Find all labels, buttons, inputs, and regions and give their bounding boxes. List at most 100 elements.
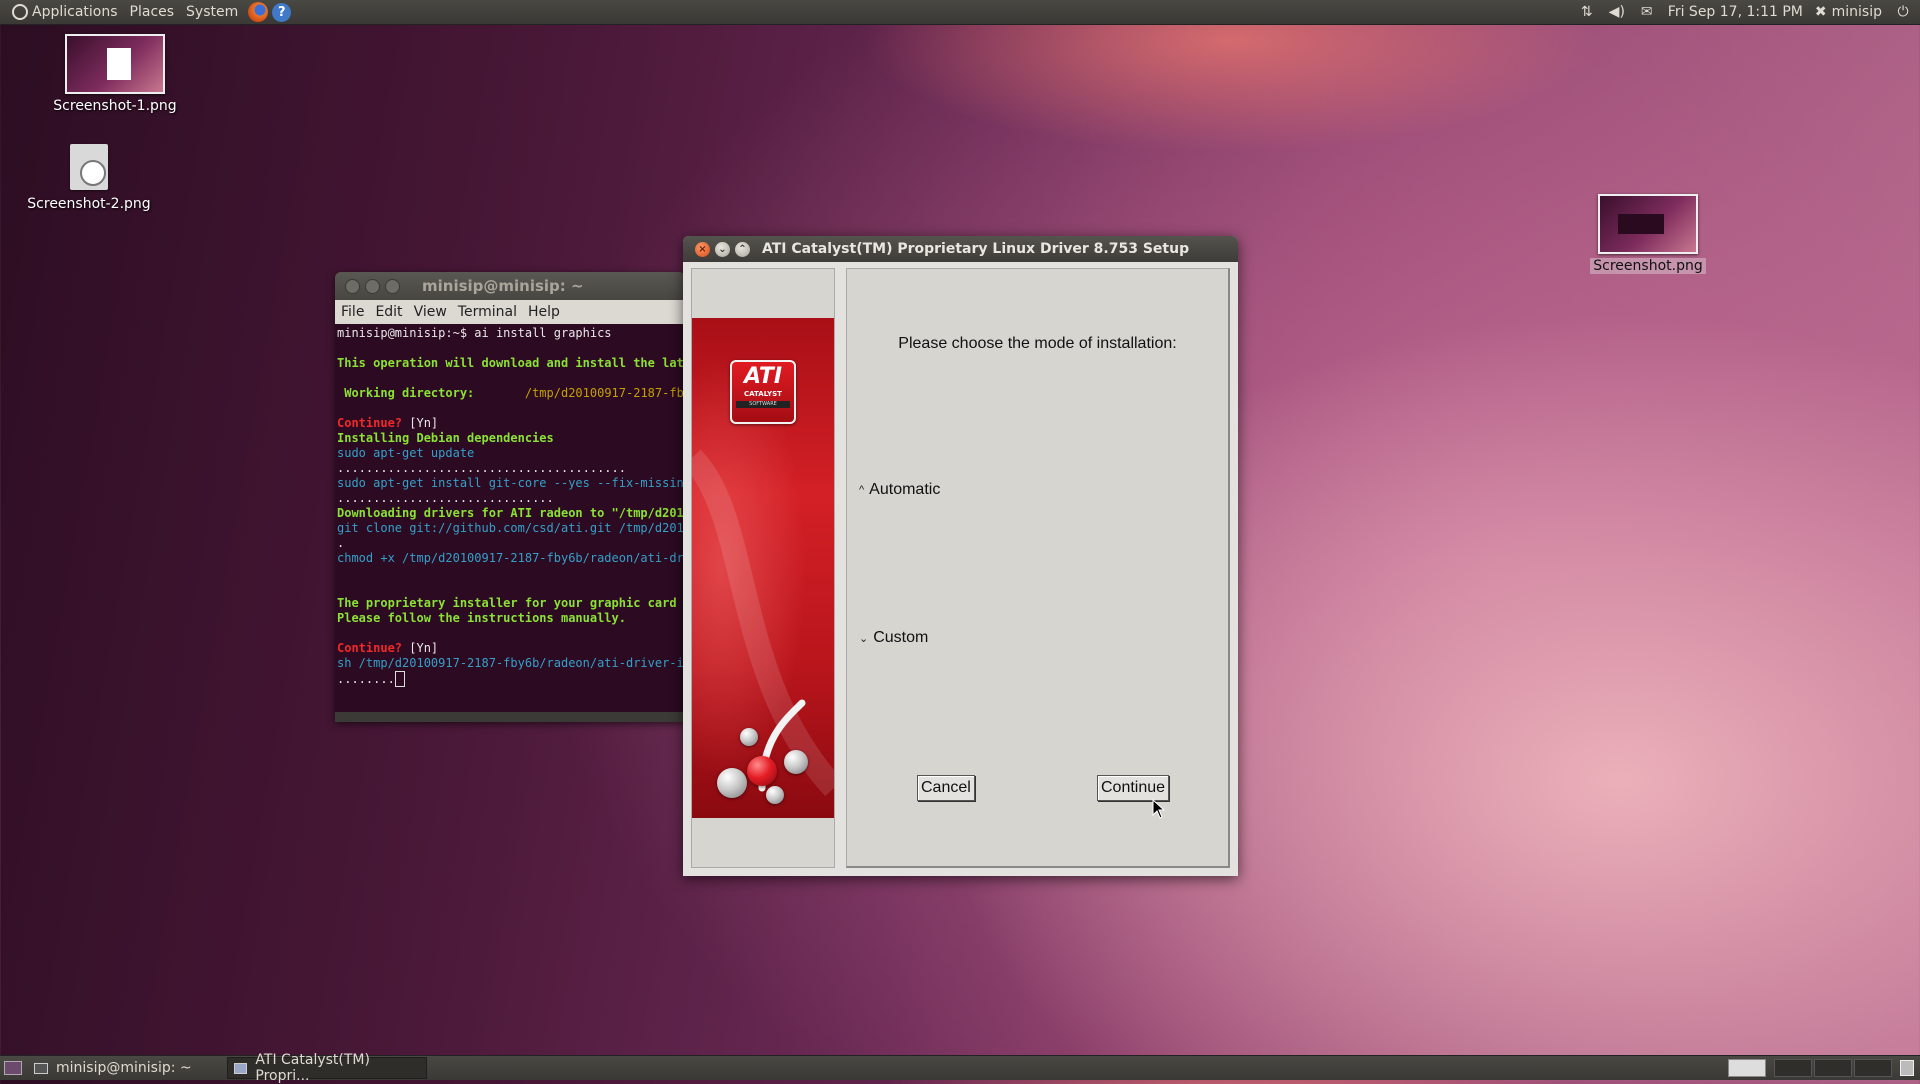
close-icon[interactable]: × xyxy=(695,241,710,257)
menu-view[interactable]: View xyxy=(408,304,452,320)
terminal-line: Working directory: /tmp/d20100917-2187-f… xyxy=(337,386,685,401)
progress-dots: ........ xyxy=(337,672,395,686)
help-icon[interactable]: ? xyxy=(272,2,292,22)
image-thumbnail-icon xyxy=(65,34,165,94)
terminal-line: Continue? [Yn] xyxy=(337,641,685,656)
terminal-line: git clone git://github.com/csd/ati.git /… xyxy=(337,521,685,535)
terminal-line: Please follow the instructions manually. xyxy=(337,611,626,625)
dialog-side-panel: ATI CATALYST SOFTWARE xyxy=(691,268,835,868)
sphere-icon xyxy=(717,768,747,798)
power-icon[interactable]: ⏻ xyxy=(1894,4,1912,20)
desktop-icon-label: Screenshot-1.png xyxy=(53,98,177,114)
terminal-output[interactable]: minisip@minisip:~$ ai install graphics T… xyxy=(335,324,685,712)
clock-file-icon xyxy=(70,144,108,190)
maximize-icon[interactable]: ⌃ xyxy=(735,241,750,257)
workspace-switcher[interactable] xyxy=(1774,1059,1812,1077)
dialog-titlebar[interactable]: × ⌄ ⌃ ATI Catalyst(TM) Proprietary Linux… xyxy=(683,236,1238,262)
chevron-down-icon: ⌄ xyxy=(859,632,869,645)
bottom-panel: minisip@minisip: ~ ATI Catalyst(TM) Prop… xyxy=(0,1052,1920,1084)
dialog-title: ATI Catalyst(TM) Proprietary Linux Drive… xyxy=(762,241,1190,257)
working-dir-value: /tmp/d20100917-2187-fby6 xyxy=(474,386,685,400)
user-menu[interactable]: ✖ minisip xyxy=(1809,0,1888,24)
menu-terminal[interactable]: Terminal xyxy=(452,304,522,320)
text-cursor xyxy=(394,671,405,687)
terminal-title: minisip@minisip: ~ xyxy=(422,277,584,295)
mail-icon[interactable]: ✉ xyxy=(1638,4,1656,20)
terminal-line: sudo apt-get install git-core --yes --fi… xyxy=(337,476,685,490)
workspace-switcher[interactable] xyxy=(1728,1059,1766,1077)
maximize-icon[interactable] xyxy=(385,278,400,294)
terminal-line: This operation will download and install… xyxy=(337,356,685,370)
desktop-icon-label: Screenshot-2.png xyxy=(27,196,151,212)
cancel-button[interactable]: Cancel xyxy=(917,775,975,801)
menu-file[interactable]: File xyxy=(335,304,369,320)
catalyst-swoosh-icon xyxy=(692,449,834,797)
sphere-icon xyxy=(740,728,758,746)
window-icon xyxy=(234,1062,248,1074)
install-mode-prompt: Please choose the mode of installation: xyxy=(898,335,1177,352)
applications-menu[interactable]: Applications xyxy=(0,0,124,24)
network-icon[interactable]: ⇅ xyxy=(1578,4,1596,20)
dialog-main-panel: Please choose the mode of installation: … xyxy=(846,268,1230,868)
applications-menu-label: Applications xyxy=(32,4,118,20)
terminal-line: Continue? [Yn] xyxy=(337,416,685,431)
desktop-icon-screenshot[interactable]: Screenshot.png xyxy=(1590,194,1706,274)
places-menu[interactable]: Places xyxy=(124,0,181,24)
user-name: minisip xyxy=(1831,4,1882,20)
option-automatic[interactable]: ^ Automatic xyxy=(859,481,940,499)
trash-icon[interactable] xyxy=(1900,1060,1914,1076)
taskbar-item-label: minisip@minisip: ~ xyxy=(56,1060,192,1076)
clock[interactable]: Fri Sep 17, 1:11 PM xyxy=(1662,0,1809,24)
firefox-launcher-icon[interactable] xyxy=(248,2,269,22)
continue-button[interactable]: Continue xyxy=(1097,775,1170,801)
terminal-menubar: File Edit View Terminal Help xyxy=(335,300,685,324)
sphere-icon xyxy=(766,786,784,804)
system-menu[interactable]: System xyxy=(180,0,244,24)
ati-installer-dialog[interactable]: × ⌄ ⌃ ATI Catalyst(TM) Proprietary Linux… xyxy=(683,236,1238,876)
ubuntu-logo-icon xyxy=(12,4,28,20)
yn-prompt: [Yn] xyxy=(402,641,439,655)
working-dir-label: Working directory: xyxy=(337,386,475,400)
workspace-switcher[interactable] xyxy=(1854,1059,1892,1077)
menu-edit[interactable]: Edit xyxy=(369,304,407,320)
terminal-titlebar[interactable]: minisip@minisip: ~ xyxy=(335,272,685,300)
taskbar-item-label: ATI Catalyst(TM) Propri... xyxy=(255,1052,370,1084)
volume-icon[interactable]: ◀) xyxy=(1608,4,1626,20)
ati-banner-image: ATI CATALYST SOFTWARE xyxy=(692,318,834,818)
option-custom-label: Custom xyxy=(873,629,929,646)
minimize-icon[interactable] xyxy=(365,278,380,294)
terminal-line: .............................. xyxy=(337,491,554,505)
terminal-line: chmod +x /tmp/d20100917-2187-fby6b/radeo… xyxy=(337,551,685,565)
continue-prompt: Continue? xyxy=(337,641,403,655)
desktop-icon-screenshot-1[interactable]: Screenshot-1.png xyxy=(52,34,178,114)
terminal-window[interactable]: minisip@minisip: ~ File Edit View Termin… xyxy=(335,272,685,722)
user-status-icon: ✖ xyxy=(1814,4,1827,20)
top-panel: Applications Places System ? ⇅ ◀) ✉ Fri … xyxy=(0,0,1920,25)
image-thumbnail-icon xyxy=(1598,194,1698,254)
close-icon[interactable] xyxy=(345,278,360,294)
taskbar-item-ati-installer[interactable]: ATI Catalyst(TM) Propri... xyxy=(227,1052,427,1084)
sphere-icon xyxy=(784,750,808,774)
terminal-line: . xyxy=(337,536,345,550)
terminal-line: ........................................ xyxy=(337,461,626,475)
taskbar-item-terminal[interactable]: minisip@minisip: ~ xyxy=(28,1057,223,1079)
terminal-icon xyxy=(34,1062,48,1074)
top-panel-tray: ⇅ ◀) ✉ Fri Sep 17, 1:11 PM ✖ minisip ⏻ xyxy=(1572,0,1920,24)
desktop-icon-label: Screenshot.png xyxy=(1590,258,1706,274)
show-desktop-icon[interactable] xyxy=(4,1061,22,1075)
continue-prompt: Continue? xyxy=(337,416,403,430)
terminal-line: ........ xyxy=(337,671,685,687)
minimize-icon[interactable]: ⌄ xyxy=(715,241,730,257)
yn-prompt: [Yn] xyxy=(402,416,439,430)
chevron-up-icon: ^ xyxy=(859,484,865,496)
option-custom[interactable]: ⌄ Custom xyxy=(859,629,928,647)
workspace-switcher[interactable] xyxy=(1814,1059,1852,1077)
terminal-line: Downloading drivers for ATI radeon to "/… xyxy=(337,506,685,520)
terminal-line: minisip@minisip:~$ ai install graphics xyxy=(337,326,612,340)
menu-help[interactable]: Help xyxy=(522,304,565,320)
desktop-icon-screenshot-2[interactable]: Screenshot-2.png xyxy=(26,144,152,212)
